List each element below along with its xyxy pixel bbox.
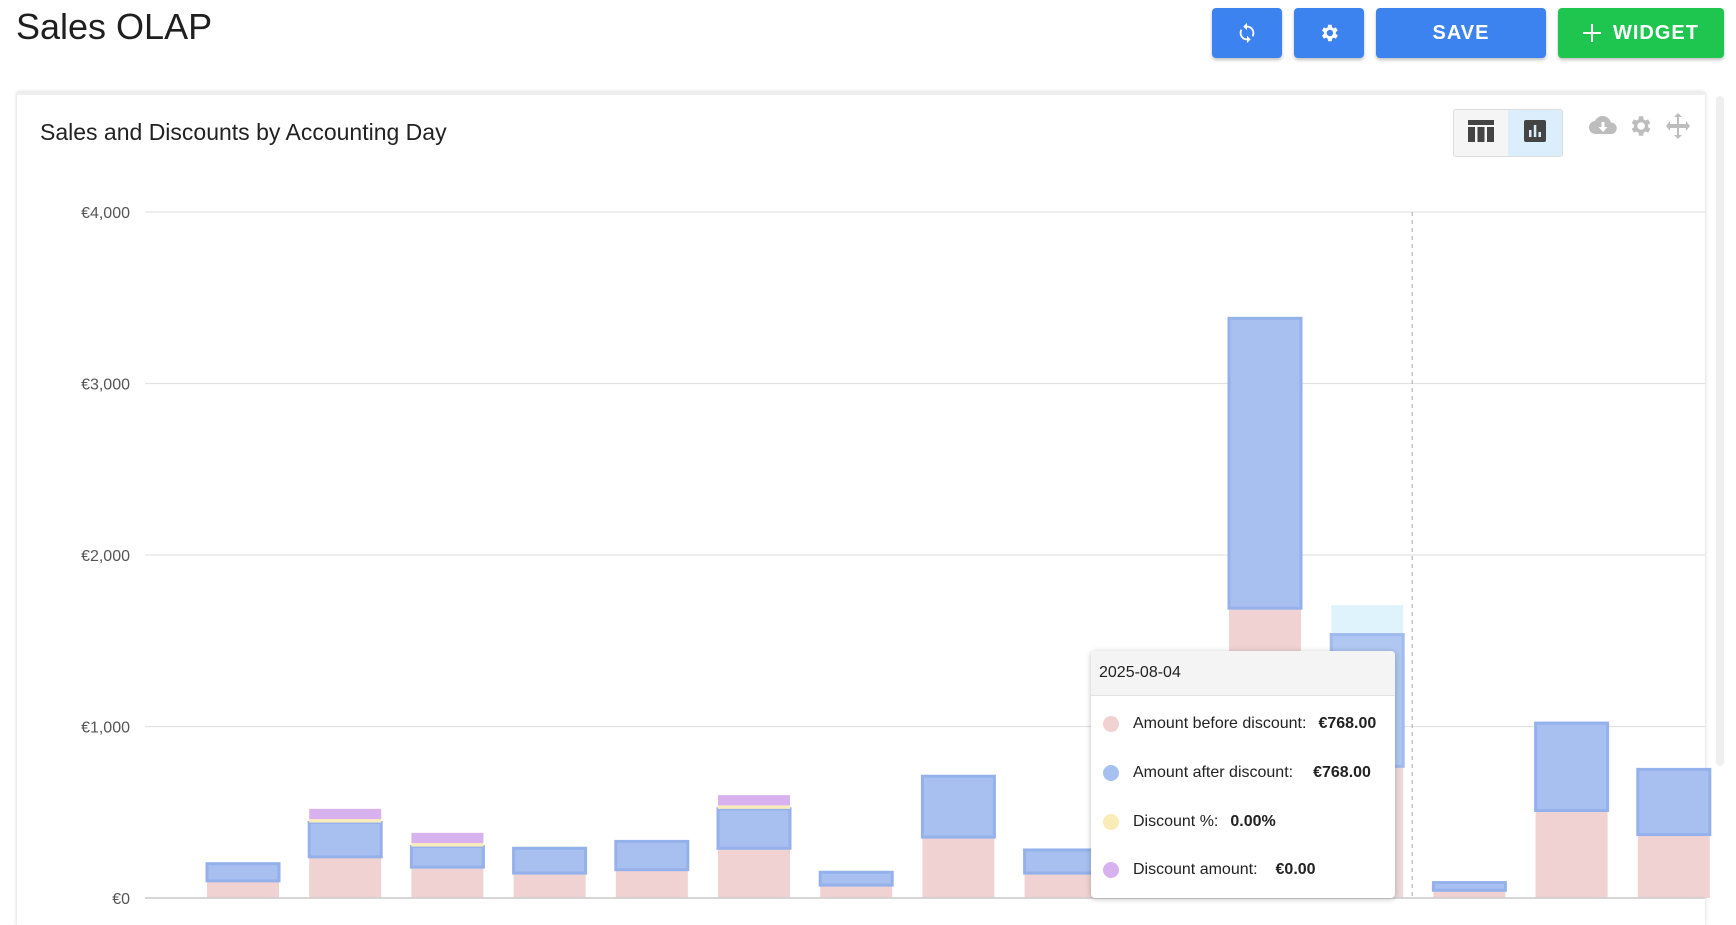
bar-segment [614,839,690,872]
bar-chart: €0 €1,000 €2,000 €3,000 €4,000 [81,205,1712,906]
bar-segment [718,848,790,898]
chart-tooltip: 2025-08-04 Amount before discount: €768.… [1091,651,1395,898]
y-tick-label: €2,000 [81,548,130,565]
legend-dot [1103,814,1119,830]
tooltip-label: Amount before discount: [1133,715,1307,732]
y-tick-label: €1,000 [81,720,130,737]
bar-segment [513,873,586,898]
bar-segment [411,832,484,844]
tooltip-title: 2025-08-04 [1091,651,1395,696]
bar-segment [409,845,485,869]
bar-segment [309,819,382,823]
tooltip-value: €768.00 [1313,764,1371,781]
tooltip-label: Discount %: [1133,813,1219,830]
bar-segment [716,807,792,850]
legend-dot [1103,765,1119,781]
bar-segment [309,808,382,820]
bar-segment [718,795,790,806]
bar-segment [207,880,279,898]
bar-segment [309,856,382,898]
bar-segment [1227,316,1303,610]
bar-segment [307,821,383,859]
bar-segment [1431,881,1507,892]
tooltip-value: €0.00 [1275,861,1316,878]
y-tick-label: €4,000 [81,205,130,222]
bar-segment [1535,810,1608,898]
tooltip-label: Discount amount: [1133,861,1258,878]
bar-segment [920,774,996,839]
bar-segment [820,885,893,898]
tooltip-row: Discount amount: €0.00 [1103,861,1316,879]
bar-segment [1024,873,1097,898]
bar-segment [411,867,484,898]
bar-segment [1637,834,1710,898]
tooltip-label: Amount after discount: [1133,764,1294,781]
tooltip-value: €768.00 [1318,715,1377,732]
legend-dot [1103,716,1119,732]
tooltip-row: Amount before discount: €768.00 [1103,715,1376,733]
bar-segment [818,870,894,887]
legend-dot [1103,862,1119,878]
tooltip-row: Amount after discount: €768.00 [1103,764,1371,782]
bar-segment [205,862,281,883]
bar-segment [718,805,790,809]
bar-segment [512,846,588,875]
bar-segment [1636,767,1712,837]
y-tick-label: €0 [112,891,130,906]
bar-segment [1534,721,1610,813]
bar-segment [615,869,688,898]
y-tick-label: €3,000 [81,377,130,394]
bar-segment [411,843,484,847]
bar-segment [1023,848,1099,875]
tooltip-value: 0.00% [1230,813,1276,830]
bar-segment [922,837,995,898]
tooltip-row: Discount %: 0.00% [1103,813,1276,831]
